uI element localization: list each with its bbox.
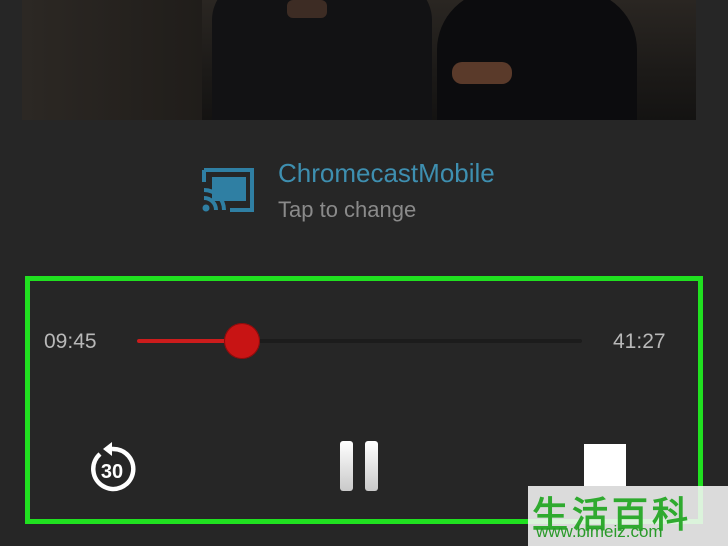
- stop-button[interactable]: [584, 444, 626, 486]
- elapsed-time: 09:45: [44, 330, 97, 353]
- person-right: [437, 0, 637, 120]
- cast-device-name[interactable]: ChromecastMobile: [278, 158, 495, 189]
- person-left: [212, 0, 432, 120]
- seek-bar[interactable]: [137, 339, 582, 343]
- total-duration: 41:27: [613, 330, 666, 353]
- replay-30-label: 30: [101, 461, 123, 483]
- pause-button[interactable]: [340, 441, 378, 491]
- replay-30-icon[interactable]: 30: [86, 442, 138, 492]
- cast-change-hint: Tap to change: [278, 197, 417, 222]
- watermark-url: www.bimeiz.com: [536, 522, 663, 541]
- pause-icon: [340, 441, 353, 491]
- seek-thumb[interactable]: [223, 323, 260, 359]
- cast-icon[interactable]: [200, 168, 256, 212]
- video-preview: [22, 0, 696, 120]
